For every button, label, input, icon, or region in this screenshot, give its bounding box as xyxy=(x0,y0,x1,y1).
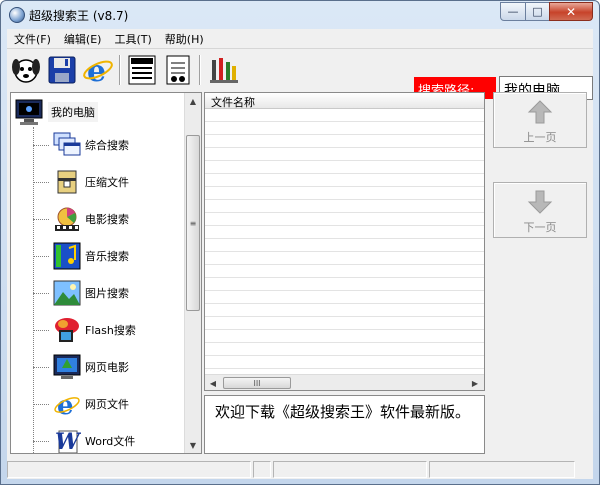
tree-item-archive[interactable]: 压缩文件 xyxy=(33,167,129,197)
tree-item-label: 网页文件 xyxy=(85,398,129,411)
column-header-filename[interactable]: 文件名称 xyxy=(205,93,484,109)
status-cell-3 xyxy=(273,461,427,478)
toolbar-separator xyxy=(119,55,121,85)
scroll-up-arrow-icon[interactable]: ▲ xyxy=(185,93,201,109)
client-area: 文件(F) 编辑(E) 工具(T) 帮助(H) e 我的电脑 我的电脑 综合搜索… xyxy=(7,29,593,479)
prev-page-button[interactable]: 上一页 xyxy=(493,92,587,148)
category-tree: 我的电脑 综合搜索 压缩文件 电影搜索 音乐搜索 图片搜索 Flash搜索 网页… xyxy=(10,92,202,454)
prev-page-label: 上一页 xyxy=(523,131,557,144)
down-arrow-icon xyxy=(526,188,554,216)
picture-icon xyxy=(53,279,81,307)
dog-icon[interactable] xyxy=(9,53,43,87)
window-title: 超级搜索王 (v8.7) xyxy=(29,9,129,23)
menu-help[interactable]: 帮助(H) xyxy=(158,29,210,47)
status-bar xyxy=(7,459,593,479)
scroll-thumb[interactable]: ≡ xyxy=(186,135,200,311)
file-list: 文件名称 ◀ III ▶ xyxy=(204,92,485,391)
status-cell-4 xyxy=(429,461,575,478)
tree-item-movie[interactable]: 电影搜索 xyxy=(33,204,129,234)
list-horizontal-scrollbar[interactable]: ◀ III ▶ xyxy=(205,374,484,390)
tree-item-label: 电影搜索 xyxy=(85,213,129,226)
message-box: 欢迎下载《超级搜索王》软件最新版。 xyxy=(204,395,485,454)
film-icon xyxy=(53,205,81,233)
horizontal-scroll-thumb[interactable]: III xyxy=(223,377,291,389)
scroll-left-arrow-icon[interactable]: ◀ xyxy=(205,375,221,390)
tree-item-web-file[interactable]: e 网页文件 xyxy=(33,389,129,419)
tree-item-label: 图片搜索 xyxy=(85,287,129,300)
tools-icon[interactable] xyxy=(207,53,241,87)
tree-item-web-movie[interactable]: 网页电影 xyxy=(33,352,129,382)
menu-bar: 文件(F) 编辑(E) 工具(T) 帮助(H) xyxy=(7,29,593,47)
tree-item-label: 综合搜索 xyxy=(85,139,129,152)
tree-item-label: 音乐搜索 xyxy=(85,250,129,263)
tree-root-label: 我的电脑 xyxy=(48,102,98,122)
web-movie-icon xyxy=(53,353,81,381)
flash-icon xyxy=(53,316,81,344)
tree-vertical-scrollbar[interactable]: ▲ ≡ ▼ xyxy=(184,93,201,453)
tree-item-label: 网页电影 xyxy=(85,361,129,374)
app-logo-icon xyxy=(9,7,25,23)
document-icon[interactable] xyxy=(161,53,195,87)
next-page-button[interactable]: 下一页 xyxy=(493,182,587,238)
svg-text:W: W xyxy=(55,429,81,454)
scroll-down-arrow-icon[interactable]: ▼ xyxy=(185,437,201,453)
tree-item-comprehensive[interactable]: 综合搜索 xyxy=(33,130,129,160)
tree-item-picture[interactable]: 图片搜索 xyxy=(33,278,129,308)
status-cell-1 xyxy=(7,461,251,478)
up-arrow-icon xyxy=(526,98,554,126)
archive-icon xyxy=(53,168,81,196)
status-cell-2 xyxy=(253,461,271,478)
internet-explorer-icon[interactable]: e xyxy=(81,53,115,87)
menu-file[interactable]: 文件(F) xyxy=(7,29,57,47)
top-list-icon[interactable] xyxy=(125,53,159,87)
ie-page-icon: e xyxy=(53,390,81,418)
minimize-button[interactable]: — xyxy=(500,2,526,21)
tree-item-word[interactable]: W Word文件 xyxy=(33,426,136,454)
save-icon[interactable] xyxy=(45,53,79,87)
tree-item-flash[interactable]: Flash搜索 xyxy=(33,315,136,345)
multi-window-icon xyxy=(53,131,81,159)
tree-item-label: Flash搜索 xyxy=(85,324,136,337)
svg-text:e: e xyxy=(87,54,106,86)
tree-item-music[interactable]: 音乐搜索 xyxy=(33,241,129,271)
app-window: 超级搜索王 (v8.7) — □ ✕ 文件(F) 编辑(E) 工具(T) 帮助(… xyxy=(0,0,600,485)
next-page-label: 下一页 xyxy=(523,221,557,234)
close-button[interactable]: ✕ xyxy=(549,2,593,21)
file-list-rows[interactable] xyxy=(205,109,484,374)
menu-edit[interactable]: 编辑(E) xyxy=(57,29,108,47)
tree-item-label: 压缩文件 xyxy=(85,176,129,189)
title-bar: 超级搜索王 (v8.7) — □ ✕ xyxy=(1,1,599,29)
toolbar-separator xyxy=(199,55,201,85)
menu-tools[interactable]: 工具(T) xyxy=(107,29,157,47)
my-computer-icon xyxy=(15,99,43,125)
tree-item-label: Word文件 xyxy=(85,435,136,448)
word-icon: W xyxy=(53,427,81,454)
scroll-right-arrow-icon[interactable]: ▶ xyxy=(467,375,483,390)
tree-root-my-computer[interactable]: 我的电脑 xyxy=(14,97,98,127)
toolbar: e 搜索路径: 我的电脑 xyxy=(7,48,593,100)
maximize-button[interactable]: □ xyxy=(525,2,550,21)
music-icon xyxy=(53,242,81,270)
